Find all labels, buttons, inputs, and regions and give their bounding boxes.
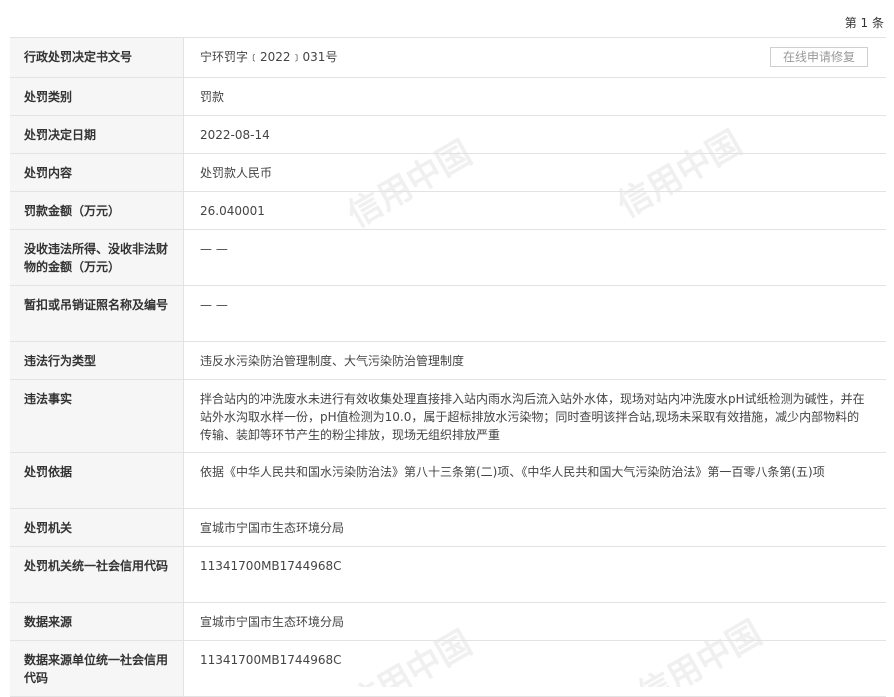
row-label: 处罚类别 — [10, 78, 184, 115]
row-value: 宁环罚字﹝2022﹞031号 在线申请修复 — [184, 38, 886, 77]
row-value: — — — [200, 298, 228, 312]
row-label: 暂扣或吊销证照名称及编号 — [10, 286, 184, 341]
row-label: 处罚决定日期 — [10, 116, 184, 153]
table-row: 数据来源单位统一社会信用代码 11341700MB1744968C — [10, 641, 886, 697]
row-label: 罚款金额（万元） — [10, 192, 184, 229]
table-row: 没收违法所得、没收非法财物的金额（万元） — — — [10, 230, 886, 286]
row-value: 宣城市宁国市生态环境分局 — [200, 521, 345, 535]
row-label: 数据来源 — [10, 603, 184, 640]
penalty-detail-table: 行政处罚决定书文号 宁环罚字﹝2022﹞031号 在线申请修复 处罚类别 罚款 … — [10, 37, 886, 697]
row-label: 数据来源单位统一社会信用代码 — [10, 641, 184, 696]
table-row: 处罚机关 宣城市宁国市生态环境分局 — [10, 509, 886, 547]
row-label: 处罚内容 — [10, 154, 184, 191]
table-row: 违法事实 拌合站内的冲洗废水未进行有效收集处理直接排入站内雨水沟后流入站外水体，… — [10, 380, 886, 453]
decision-number: 宁环罚字﹝2022﹞031号 — [200, 50, 338, 64]
table-row: 数据来源 宣城市宁国市生态环境分局 — [10, 603, 886, 641]
row-label: 行政处罚决定书文号 — [10, 38, 184, 77]
table-row: 罚款金额（万元） 26.040001 — [10, 192, 886, 230]
table-row: 处罚内容 处罚款人民币 — [10, 154, 886, 192]
table-row: 暂扣或吊销证照名称及编号 — — — [10, 286, 886, 342]
row-value: 违反水污染防治管理制度、大气污染防治管理制度 — [200, 354, 465, 368]
row-value: 处罚款人民币 — [200, 166, 273, 180]
row-value: 拌合站内的冲洗废水未进行有效收集处理直接排入站内雨水沟后流入站外水体，现场对站内… — [200, 392, 865, 442]
row-value: 11341700MB1744968C — [200, 559, 342, 573]
row-label: 没收违法所得、没收非法财物的金额（万元） — [10, 230, 184, 285]
row-label: 处罚机关统一社会信用代码 — [10, 547, 184, 602]
table-row: 违法行为类型 违反水污染防治管理制度、大气污染防治管理制度 — [10, 342, 886, 380]
row-label: 处罚机关 — [10, 509, 184, 546]
row-value: 宣城市宁国市生态环境分局 — [200, 615, 345, 629]
repair-request-button[interactable]: 在线申请修复 — [770, 47, 868, 67]
row-value: 依据《中华人民共和国水污染防治法》第八十三条第(二)项、《中华人民共和国大气污染… — [200, 465, 825, 479]
row-value: — — — [200, 242, 228, 256]
row-label: 违法行为类型 — [10, 342, 184, 379]
row-value: 罚款 — [200, 90, 225, 104]
table-row: 行政处罚决定书文号 宁环罚字﹝2022﹞031号 在线申请修复 — [10, 38, 886, 78]
row-value: 11341700MB1744968C — [200, 653, 342, 667]
table-row: 处罚类别 罚款 — [10, 78, 886, 116]
table-row: 处罚依据 依据《中华人民共和国水污染防治法》第八十三条第(二)项、《中华人民共和… — [10, 453, 886, 509]
table-row: 处罚机关统一社会信用代码 11341700MB1744968C — [10, 547, 886, 603]
row-value: 26.040001 — [200, 204, 265, 218]
row-label: 处罚依据 — [10, 453, 184, 508]
row-value: 2022-08-14 — [200, 128, 270, 142]
row-label: 违法事实 — [10, 380, 184, 452]
table-row: 处罚决定日期 2022-08-14 — [10, 116, 886, 154]
record-count: 第 1 条 — [844, 16, 884, 30]
